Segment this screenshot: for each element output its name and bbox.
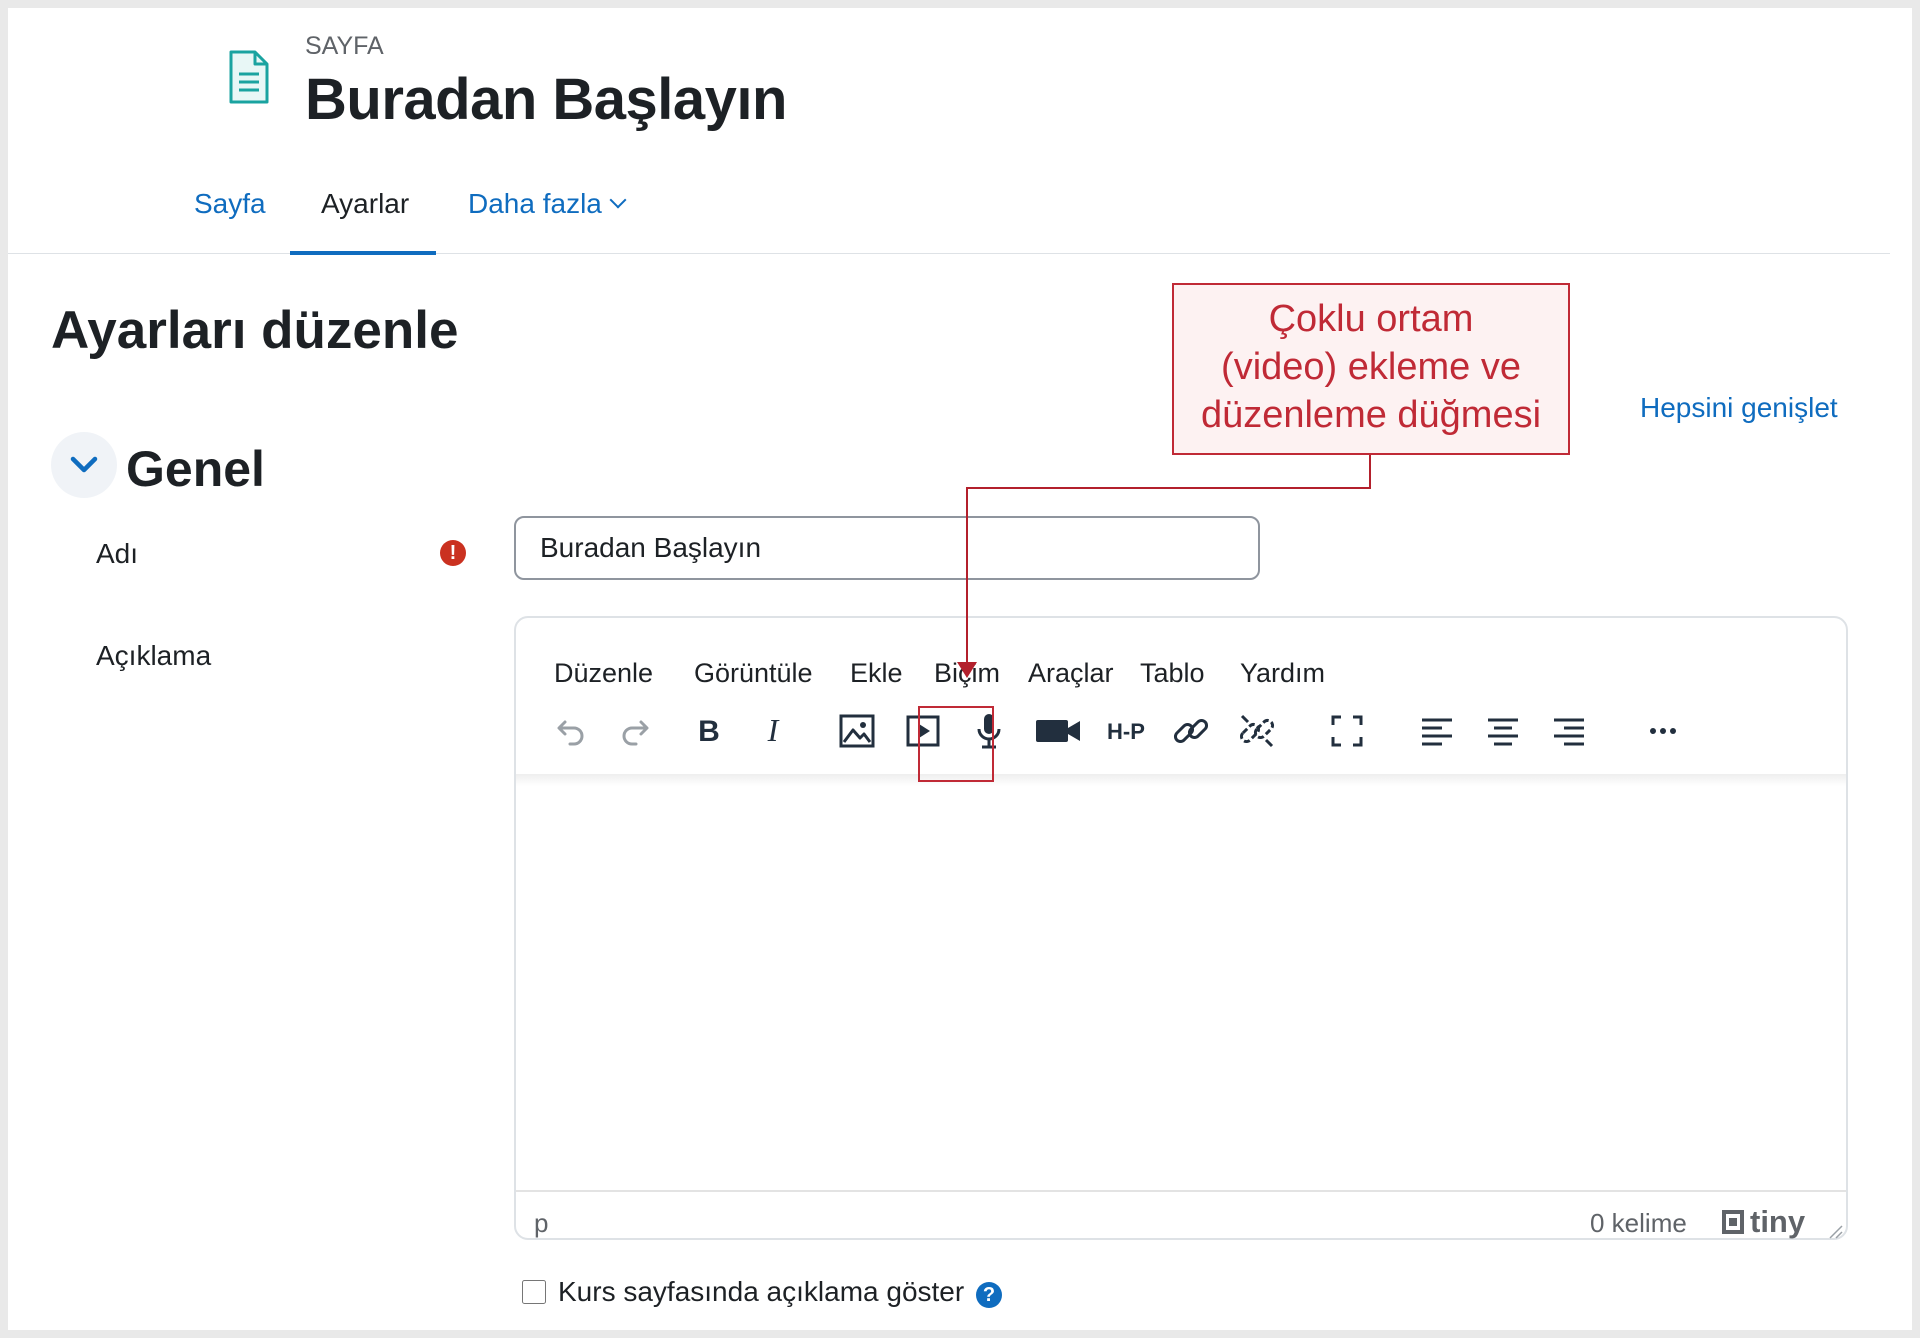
annotation-callout: Çoklu ortam (video) ekleme ve düzenleme … xyxy=(1172,283,1570,455)
h5p-button[interactable]: H-P xyxy=(1100,708,1152,754)
tab-settings[interactable]: Ayarlar xyxy=(321,188,409,220)
bold-button[interactable]: B xyxy=(686,708,732,754)
module-type-label: SAYFA xyxy=(305,32,384,60)
name-input[interactable] xyxy=(514,516,1260,580)
redo-icon xyxy=(622,720,649,746)
annotation-connector-vertical xyxy=(1369,455,1371,489)
word-count[interactable]: 0 kelime xyxy=(1590,1208,1687,1239)
show-description-label: Kurs sayfasında açıklama göster xyxy=(558,1276,965,1307)
chevron-down-icon xyxy=(609,191,627,209)
undo-button[interactable] xyxy=(546,708,592,754)
annotation-line-1: Çoklu ortam xyxy=(1268,298,1474,340)
required-icon: ! xyxy=(440,540,466,566)
fullscreen-button[interactable] xyxy=(1324,708,1370,754)
menu-insert[interactable]: Ekle xyxy=(850,658,903,689)
unlink-button[interactable] xyxy=(1234,708,1280,754)
rich-text-editor: Düzenle Görüntüle Ekle Biçim Araçlar Tab… xyxy=(514,616,1848,1240)
toolbar-shadow xyxy=(516,774,1846,786)
image-icon xyxy=(839,714,875,748)
annotation-arrow-icon xyxy=(957,662,977,678)
align-right-icon xyxy=(1554,718,1584,746)
active-tab-indicator xyxy=(290,251,436,255)
tab-more[interactable]: Daha fazla xyxy=(468,188,627,220)
record-video-button[interactable] xyxy=(1032,708,1084,754)
redo-button[interactable] xyxy=(614,708,660,754)
italic-icon: I xyxy=(767,712,780,748)
tiny-logo[interactable]: tiny xyxy=(1718,1204,1805,1240)
annotation-connector-horizontal xyxy=(966,487,1371,489)
section-collapse-button[interactable] xyxy=(51,432,117,498)
more-button[interactable] xyxy=(1640,708,1686,754)
menu-view[interactable]: Görüntüle xyxy=(694,658,813,689)
align-left-button[interactable] xyxy=(1414,708,1460,754)
annotation-connector-drop xyxy=(966,487,968,665)
more-icon xyxy=(1650,728,1676,734)
page-document-icon xyxy=(229,50,269,104)
italic-button[interactable]: I xyxy=(750,708,796,754)
svg-text:B: B xyxy=(698,715,720,748)
tab-page[interactable]: Sayfa xyxy=(194,188,266,220)
statusbar-divider xyxy=(516,1190,1846,1192)
align-center-button[interactable] xyxy=(1480,708,1526,754)
svg-text:I: I xyxy=(767,712,780,748)
help-icon[interactable]: ? xyxy=(976,1282,1002,1308)
element-path[interactable]: p xyxy=(534,1208,548,1239)
fullscreen-icon xyxy=(1331,715,1363,747)
align-left-icon xyxy=(1422,718,1452,746)
page-title: Buradan Başlayın xyxy=(305,67,787,132)
annotation-line-3: düzenleme düğmesi xyxy=(1200,394,1542,436)
section-title: Genel xyxy=(126,441,265,497)
link-icon xyxy=(1173,718,1209,744)
media-button-highlight xyxy=(918,706,994,782)
menu-help[interactable]: Yardım xyxy=(1240,658,1325,689)
show-description-checkbox[interactable] xyxy=(522,1280,546,1304)
undo-icon xyxy=(557,720,584,746)
name-label: Adı xyxy=(96,538,139,569)
chevron-down-icon xyxy=(70,456,98,473)
align-right-button[interactable] xyxy=(1546,708,1592,754)
expand-all-link[interactable]: Hepsini genişlet xyxy=(1640,392,1838,424)
menu-edit[interactable]: Düzenle xyxy=(554,658,653,689)
video-camera-icon xyxy=(1036,720,1080,742)
settings-page: SAYFA Buradan Başlayın Sayfa Ayarlar Dah… xyxy=(8,8,1912,1330)
tab-more-label: Daha fazla xyxy=(468,188,602,219)
edit-settings-heading: Ayarları düzenle xyxy=(51,301,459,360)
menu-table[interactable]: Tablo xyxy=(1140,658,1205,689)
svg-text:H-P: H-P xyxy=(1107,719,1145,744)
tiny-brand-text: tiny xyxy=(1750,1204,1806,1239)
h5p-icon: H-P xyxy=(1107,719,1145,744)
resize-handle-icon[interactable] xyxy=(1828,1224,1844,1240)
bold-icon: B xyxy=(698,715,720,748)
tiny-logo-icon xyxy=(1722,1210,1744,1234)
unlink-icon xyxy=(1239,714,1275,748)
image-button[interactable] xyxy=(834,708,880,754)
annotation-line-2: (video) ekleme ve xyxy=(1221,346,1521,388)
menu-tools[interactable]: Araçlar xyxy=(1028,658,1114,689)
description-label: Açıklama xyxy=(96,640,212,671)
align-center-icon xyxy=(1488,718,1518,746)
link-button[interactable] xyxy=(1168,708,1214,754)
